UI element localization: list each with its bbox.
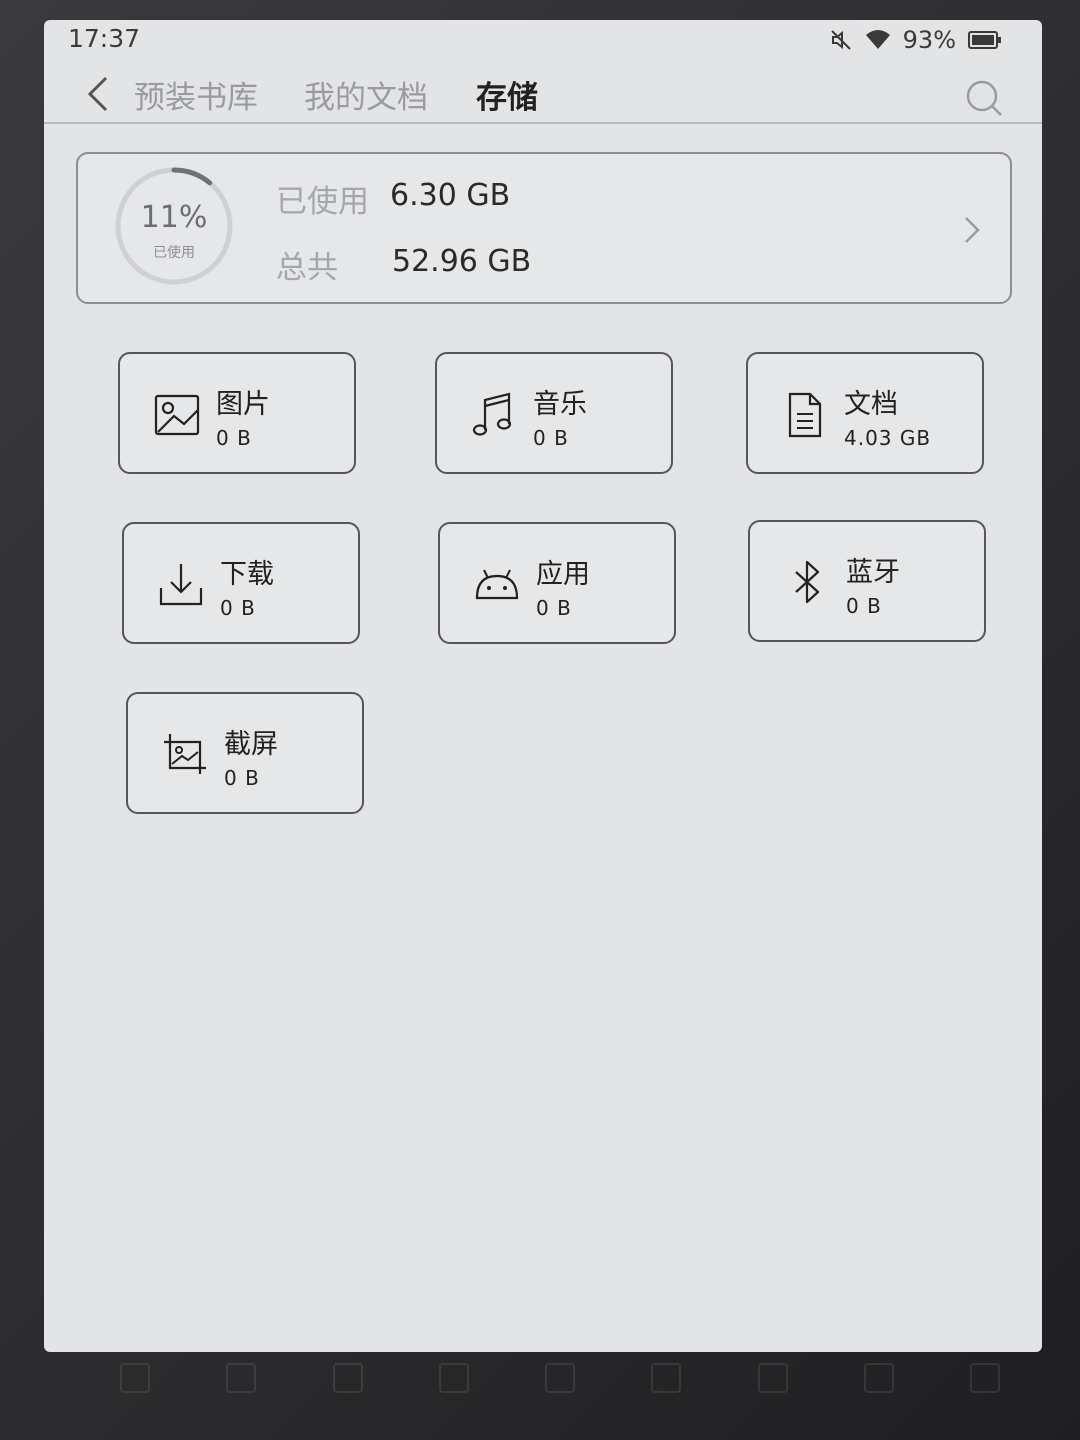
total-value: 52.96 GB (392, 244, 532, 279)
bezel-compass-icon (651, 1363, 682, 1393)
ring-caption: 已使用 (153, 245, 195, 261)
bezel-store-icon (545, 1363, 575, 1393)
chevron-left-icon (87, 76, 108, 112)
chevron-right-icon (965, 217, 980, 243)
category-size: 0 B (216, 426, 252, 450)
category-name: 蓝牙 (846, 557, 900, 588)
bezel-hardware-icons (120, 1356, 1000, 1400)
search-button[interactable] (964, 78, 1004, 118)
category-size: 0 B (224, 766, 260, 790)
category-size: 0 B (533, 426, 569, 450)
category-tile-images[interactable]: 图片 0 B (118, 352, 356, 474)
category-name: 文档 (844, 389, 898, 420)
tab-my-documents[interactable]: 我的文档 (304, 72, 428, 117)
used-label: 已使用 (276, 184, 369, 220)
image-icon (154, 394, 200, 436)
screen: 17:37 93% 预装书库 我的文档 存储 11% 已使用 已使用 6.30 … (44, 20, 1042, 1352)
category-name: 图片 (216, 389, 270, 420)
storage-summary-card[interactable]: 11% 已使用 已使用 6.30 GB 总共 52.96 GB (76, 152, 1012, 304)
total-label: 总共 (276, 250, 338, 286)
tab-preinstalled-library[interactable]: 预装书库 (134, 72, 258, 117)
back-button[interactable] (82, 74, 116, 114)
category-tile-bluetooth[interactable]: 蓝牙 0 B (748, 520, 986, 642)
mute-icon (829, 28, 853, 52)
category-tile-documents[interactable]: 文档 4.03 GB (746, 352, 984, 474)
bezel-tablet-icon (863, 1363, 894, 1393)
status-time: 17:37 (68, 24, 141, 53)
bezel-book-icon (438, 1363, 469, 1393)
bezel-stats-icon (332, 1363, 363, 1393)
search-icon (966, 80, 1002, 116)
bluetooth-icon (795, 560, 820, 604)
category-tile-screenshots[interactable]: 截屏 0 B (126, 692, 364, 814)
category-size: 4.03 GB (844, 426, 932, 450)
battery-icon (968, 31, 1002, 49)
used-percent: 11% (140, 200, 208, 235)
e-reader-device: 17:37 93% 预装书库 我的文档 存储 11% 已使用 已使用 6.30 … (0, 0, 1080, 1440)
category-size: 0 B (846, 594, 882, 618)
status-icons: 93% (829, 26, 1002, 54)
category-name: 应用 (536, 559, 590, 590)
category-size: 0 B (220, 596, 256, 620)
category-tile-apps[interactable]: 应用 0 B (438, 522, 676, 644)
battery-percent: 93% (902, 26, 956, 54)
category-tile-music[interactable]: 音乐 0 B (435, 352, 673, 474)
category-name: 音乐 (533, 389, 587, 420)
document-icon (788, 392, 822, 438)
status-bar: 17:37 93% (44, 20, 1042, 64)
bezel-apps-icon (120, 1363, 150, 1393)
category-name: 截屏 (224, 729, 278, 760)
nav-bar: 预装书库 我的文档 存储 (44, 64, 1042, 124)
category-tile-downloads[interactable]: 下载 0 B (122, 522, 360, 644)
tab-storage[interactable]: 存储 (476, 72, 538, 117)
screenshot-icon (164, 734, 206, 774)
wifi-icon (865, 29, 891, 51)
music-note-icon (472, 392, 512, 436)
category-name: 下载 (220, 559, 274, 590)
android-icon (475, 569, 519, 600)
bezel-library-icon (226, 1363, 257, 1393)
used-value: 6.30 GB (390, 178, 511, 213)
bezel-settings-icon (970, 1363, 1000, 1393)
bezel-note-icon (757, 1363, 788, 1393)
category-size: 0 B (536, 596, 572, 620)
download-icon (159, 564, 203, 606)
